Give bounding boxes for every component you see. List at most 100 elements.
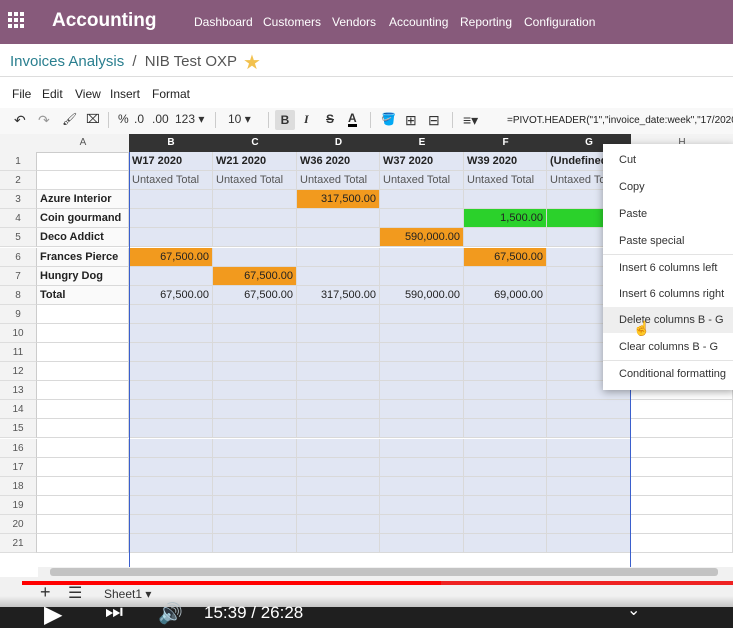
cell[interactable] [129, 362, 213, 382]
cell[interactable]: Deco Addict [37, 228, 129, 248]
cell[interactable] [37, 514, 129, 534]
ctx-clear-columns[interactable]: Clear columns B - G [603, 334, 733, 360]
cell[interactable] [213, 247, 297, 267]
cell[interactable]: 590,000.00 [380, 285, 464, 305]
cell[interactable] [464, 438, 547, 458]
cell[interactable] [297, 457, 380, 477]
cell[interactable] [297, 419, 380, 439]
row-header[interactable]: 4 [0, 209, 37, 229]
column-header[interactable]: B [129, 134, 214, 153]
align-dropdown-icon[interactable]: ≡▾ [463, 112, 478, 129]
cell[interactable]: Untaxed Total [380, 171, 464, 191]
cell[interactable] [547, 514, 631, 534]
increase-decimal-button[interactable]: .00 [152, 112, 169, 126]
cell[interactable] [297, 400, 380, 420]
italic-button[interactable]: I [304, 112, 309, 127]
cell[interactable] [129, 304, 213, 324]
cell[interactable] [129, 343, 213, 363]
cell[interactable] [547, 419, 631, 439]
row-header[interactable]: 14 [0, 400, 37, 420]
menu-insert[interactable]: Insert [110, 87, 140, 101]
cell[interactable] [297, 209, 380, 229]
formula-bar[interactable]: =PIVOT.HEADER("1","invoice_date:week","1… [507, 115, 733, 126]
cell[interactable] [464, 362, 547, 382]
cell[interactable] [464, 266, 547, 286]
apps-grid-icon[interactable] [8, 12, 28, 32]
menu-file[interactable]: File [12, 87, 31, 101]
column-header[interactable]: E [380, 134, 465, 153]
menu-view[interactable]: View [75, 87, 101, 101]
play-icon[interactable]: ▶ [44, 600, 62, 629]
chevron-down-icon[interactable]: ⌄ [627, 600, 640, 620]
cell[interactable]: W36 2020 [297, 152, 380, 172]
cell[interactable] [380, 495, 464, 515]
clear-format-icon[interactable]: ⌧ [86, 112, 100, 126]
cell[interactable] [37, 419, 129, 439]
ctx-insert-columns-left[interactable]: Insert 6 columns left [603, 255, 733, 281]
cell[interactable] [213, 381, 297, 401]
cell[interactable] [464, 419, 547, 439]
row-header[interactable]: 15 [0, 419, 37, 439]
row-header[interactable]: 20 [0, 514, 37, 534]
row-header[interactable]: 1 [0, 152, 37, 172]
cell[interactable]: Total [37, 285, 129, 305]
strikethrough-button[interactable]: S [326, 112, 334, 126]
ctx-copy[interactable]: Copy [603, 174, 733, 200]
cell[interactable] [547, 438, 631, 458]
paint-format-icon[interactable]: 🖌 [62, 112, 77, 126]
cell[interactable]: Coin gourmand [37, 209, 129, 229]
cell[interactable] [547, 476, 631, 496]
cell[interactable] [297, 362, 380, 382]
ctx-delete-columns[interactable]: Delete columns B - G [603, 307, 733, 333]
cell[interactable] [547, 534, 631, 554]
menu-configuration[interactable]: Configuration [524, 15, 595, 29]
redo-icon[interactable]: ↷ [38, 112, 50, 129]
cell[interactable] [297, 495, 380, 515]
next-icon[interactable]: ⏭ [105, 601, 123, 624]
breadcrumb-parent[interactable]: Invoices Analysis [10, 53, 124, 70]
cell[interactable]: 1,500.00 [464, 209, 547, 229]
cell[interactable] [129, 323, 213, 343]
video-progress-bar[interactable] [22, 581, 733, 585]
menu-dashboard[interactable]: Dashboard [194, 15, 253, 29]
cell[interactable] [464, 514, 547, 534]
cell[interactable] [631, 400, 733, 420]
cell[interactable] [380, 419, 464, 439]
cell[interactable] [631, 438, 733, 458]
cell[interactable]: Untaxed Total [213, 171, 297, 191]
cell[interactable] [297, 534, 380, 554]
cell[interactable]: Untaxed Total [129, 171, 213, 191]
row-header[interactable]: 8 [0, 285, 37, 305]
cell[interactable] [297, 381, 380, 401]
cell[interactable] [547, 457, 631, 477]
row-header[interactable]: 17 [0, 457, 37, 477]
cell[interactable] [129, 457, 213, 477]
fill-color-icon[interactable]: 🪣 [381, 112, 396, 126]
cell[interactable] [37, 400, 129, 420]
cell[interactable] [37, 495, 129, 515]
cell[interactable] [380, 304, 464, 324]
cell[interactable]: W21 2020 [213, 152, 297, 172]
row-header[interactable]: 16 [0, 438, 37, 458]
percent-format-button[interactable]: % [118, 112, 129, 126]
row-header[interactable]: 13 [0, 381, 37, 401]
cell[interactable] [380, 438, 464, 458]
column-header[interactable]: D [297, 134, 381, 153]
cell[interactable]: 590,000.00 [380, 228, 464, 248]
app-brand[interactable]: Accounting [52, 10, 157, 32]
menu-format[interactable]: Format [152, 87, 190, 101]
favorite-star-icon[interactable]: ★ [243, 50, 261, 75]
volume-icon[interactable]: 🔊 [158, 601, 183, 626]
row-header[interactable]: 2 [0, 171, 37, 191]
cell[interactable] [37, 171, 129, 191]
undo-icon[interactable]: ↶ [14, 112, 26, 129]
cell[interactable] [129, 381, 213, 401]
cell[interactable] [213, 323, 297, 343]
cell[interactable] [37, 343, 129, 363]
cell[interactable] [213, 209, 297, 229]
corner-cell[interactable] [0, 134, 38, 153]
cell[interactable] [631, 514, 733, 534]
row-header[interactable]: 5 [0, 228, 37, 248]
row-header[interactable]: 7 [0, 266, 37, 286]
cell[interactable] [297, 247, 380, 267]
